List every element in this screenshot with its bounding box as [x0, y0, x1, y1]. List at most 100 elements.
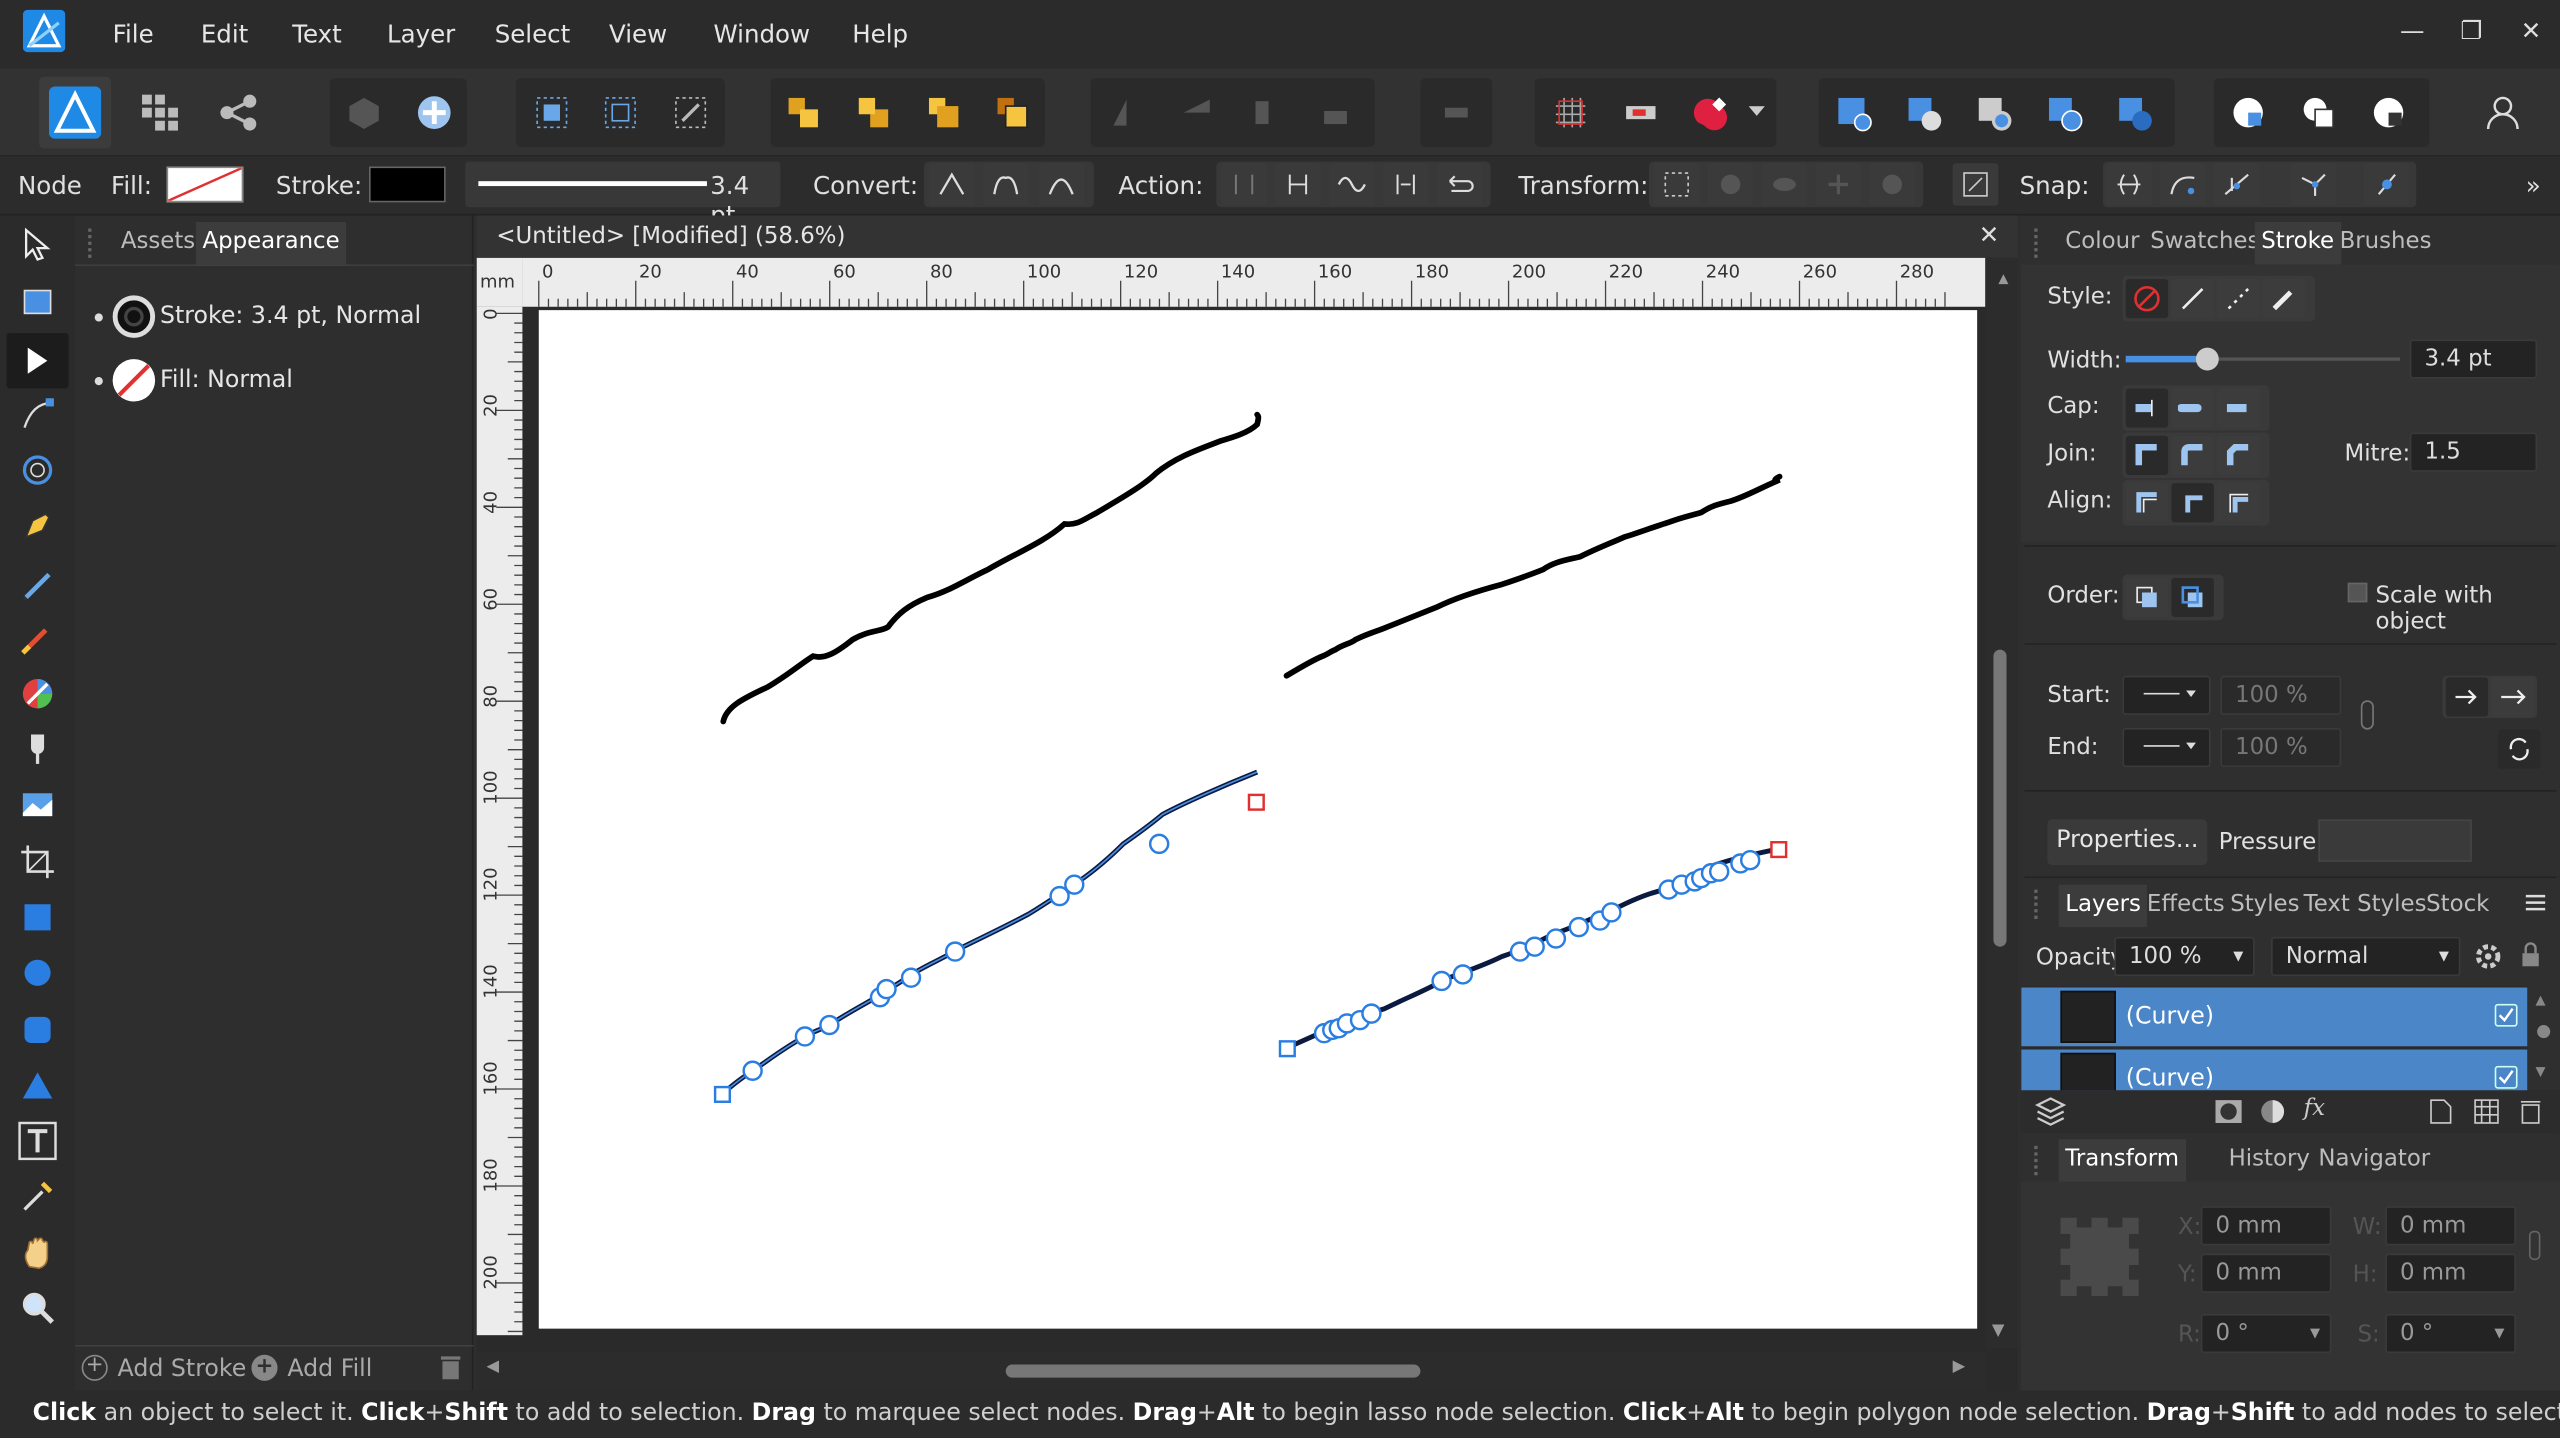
subtract-icon[interactable] [1894, 83, 1953, 142]
stroke-item-label[interactable]: Stroke: 3.4 pt, Normal [160, 304, 421, 330]
menu-window[interactable]: Window [713, 20, 810, 49]
align-center-icon[interactable] [2171, 483, 2214, 523]
triangle-tool-icon[interactable] [13, 1061, 62, 1110]
layers-scrollbar[interactable]: ▲ ▼ [2531, 989, 2557, 1087]
vertical-ruler[interactable]: 0 20 40 60 80 100 120 140 160 180 200 [476, 306, 523, 1336]
tab-assets[interactable]: Assets [114, 222, 201, 264]
curve-node[interactable] [1148, 833, 1170, 855]
h-input[interactable]: 0 mm [2385, 1253, 2516, 1293]
view-tool-icon[interactable] [13, 1227, 62, 1276]
ellipse-tool-icon[interactable] [13, 948, 62, 997]
insert-inside-icon[interactable] [1824, 83, 1883, 142]
end-scale-input[interactable]: 100 % [2220, 727, 2342, 768]
color-picker-tool-icon[interactable] [13, 1172, 62, 1221]
trash-icon[interactable] [2520, 1098, 2541, 1124]
zoom-tool-icon[interactable] [13, 1283, 62, 1332]
convert-smooth-icon[interactable] [982, 163, 1029, 206]
close-curve-icon[interactable] [1275, 163, 1321, 206]
transform-origin-icon[interactable] [1952, 163, 1999, 206]
start-node-2[interactable] [1278, 1040, 1296, 1058]
transparency-tool-icon[interactable] [13, 725, 62, 774]
curve-node[interactable] [1524, 936, 1545, 957]
add-layer-icon[interactable] [2429, 1098, 2452, 1124]
flip-horizontal-icon[interactable] [1097, 83, 1156, 142]
tab-layers[interactable]: Layers [2058, 884, 2148, 928]
transform-rotate-icon[interactable] [1707, 163, 1754, 206]
isometric-icon[interactable] [335, 83, 394, 142]
add-stroke-icon[interactable]: + [81, 1355, 108, 1381]
swap-arrows-icon[interactable] [2497, 729, 2541, 769]
curve-node[interactable] [1739, 849, 1761, 871]
add-stroke-button[interactable]: Add Stroke [118, 1356, 247, 1382]
tab-swatches[interactable]: Swatches [2144, 222, 2266, 264]
menu-layer[interactable]: Layer [387, 20, 455, 49]
tab-appearance[interactable]: Appearance [195, 221, 347, 265]
transform-skew-icon[interactable] [1761, 163, 1808, 206]
intersect-icon[interactable] [1964, 83, 2023, 142]
stroke-width-control[interactable]: 3.4 pt [465, 161, 781, 230]
menu-view[interactable]: View [609, 20, 667, 49]
curve-node[interactable] [1361, 1003, 1382, 1024]
scroll-right-icon[interactable]: ▶ [1953, 1358, 1966, 1376]
visibility-checkbox[interactable] [2494, 1003, 2518, 1027]
group-icon[interactable] [2473, 1098, 2499, 1124]
snap-node-icon[interactable] [2364, 163, 2410, 206]
align-outside-icon[interactable] [2217, 483, 2260, 523]
tab-history[interactable]: History [2222, 1139, 2316, 1181]
curve-node[interactable] [900, 967, 922, 988]
start-node[interactable] [713, 1085, 732, 1103]
x-input[interactable]: 0 mm [2200, 1206, 2332, 1246]
node-tool-icon[interactable] [6, 332, 69, 389]
invert-selection-icon[interactable] [661, 83, 720, 142]
width-input[interactable]: 3.4 pt [2409, 339, 2538, 379]
curve-node[interactable] [1064, 874, 1085, 895]
curve-node[interactable] [742, 1060, 763, 1081]
contour-tool-icon[interactable] [13, 446, 62, 495]
symbol-icon[interactable] [405, 83, 464, 142]
rotate-right-icon[interactable] [1306, 83, 1365, 142]
xor-icon[interactable] [2034, 83, 2093, 142]
scroll-down-icon[interactable]: ▼ [1992, 1322, 2005, 1340]
tab-effects[interactable]: Effects [2140, 885, 2231, 927]
rounded-rectangle-tool-icon[interactable] [13, 1005, 62, 1054]
artboard-page[interactable] [538, 310, 1978, 1329]
join-round-icon[interactable] [2171, 435, 2214, 475]
tab-styles[interactable]: Styles [2224, 885, 2306, 927]
delete-icon[interactable] [440, 1355, 461, 1381]
style-none-icon[interactable] [2125, 279, 2169, 319]
horizontal-ruler[interactable]: 0 20 40 60 80 100 120 140 160 180 200 220 240 260 280 [522, 257, 1986, 307]
move-forward-one-icon[interactable] [914, 83, 973, 142]
snap-perpendicular-icon[interactable] [2213, 163, 2260, 206]
arrow-outside-icon[interactable] [2491, 677, 2534, 717]
move-tool-icon[interactable] [13, 220, 62, 269]
curve-node[interactable] [1431, 970, 1452, 992]
y-input[interactable]: 0 mm [2200, 1253, 2332, 1293]
curve-node[interactable] [1568, 916, 1589, 938]
horizontal-scroll-thumb[interactable] [1005, 1364, 1421, 1378]
scroll-left-icon[interactable]: ◀ [487, 1358, 500, 1376]
combine-icon[interactable] [2289, 83, 2348, 142]
move-back-one-icon[interactable] [844, 83, 903, 142]
style-brush-icon[interactable] [2262, 279, 2306, 319]
transform-reset-icon[interactable] [1869, 163, 1916, 206]
scroll-down-icon[interactable]: ▼ [2536, 1064, 2546, 1079]
adjustment-icon[interactable] [2260, 1098, 2286, 1124]
reverse-curve-icon[interactable] [1436, 163, 1483, 206]
minimize-button[interactable]: — [2400, 16, 2424, 45]
start-scale-input[interactable]: 100 % [2220, 675, 2342, 715]
move-to-front-icon[interactable] [983, 83, 1042, 142]
rectangle-tool-icon[interactable] [13, 893, 62, 942]
freehand-curve-2[interactable] [1283, 473, 1783, 679]
w-input[interactable]: 0 mm [2385, 1206, 2516, 1246]
blend-mode-select[interactable]: Normal ▼ [2271, 936, 2461, 977]
layer-row[interactable]: (Curve) [2021, 987, 2528, 1047]
style-solid-icon[interactable] [2171, 279, 2214, 319]
join-miter-icon[interactable] [2125, 435, 2169, 475]
pen-tool-icon[interactable] [13, 501, 62, 550]
mask-icon[interactable] [2214, 1098, 2243, 1124]
smooth-curve-icon[interactable] [1328, 163, 1375, 206]
divide-icon[interactable] [2104, 83, 2163, 142]
stroke-swatch[interactable] [368, 166, 446, 203]
curve-node[interactable] [819, 1014, 840, 1036]
start-arrowhead-select[interactable] [2122, 675, 2211, 715]
